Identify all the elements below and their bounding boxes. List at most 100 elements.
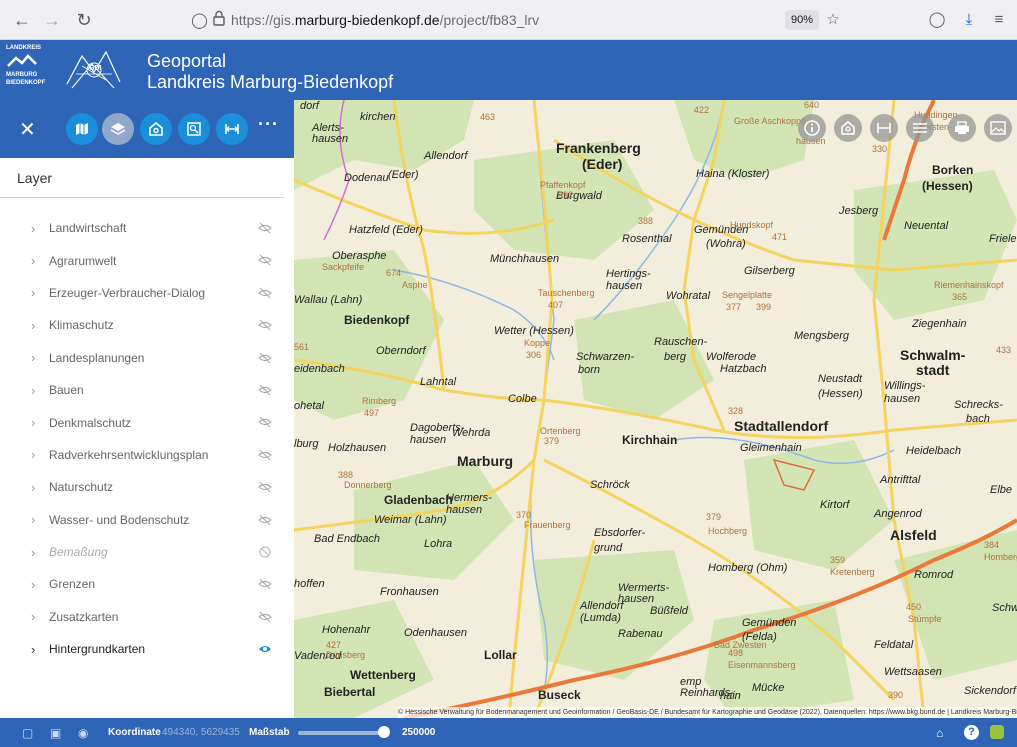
eye-off-icon[interactable] [258, 610, 272, 624]
zoom-level-badge[interactable]: 90% [785, 10, 820, 30]
print-icon[interactable] [948, 114, 976, 142]
layer-item[interactable]: › Zusatzkarten [0, 601, 294, 633]
layer-item[interactable]: › Erzeuger-Verbraucher-Dialog [0, 277, 294, 309]
zoom-extent-icon[interactable]: ▢ [22, 726, 36, 740]
layers-icon[interactable] [102, 113, 134, 145]
download-icon[interactable]: ⤓ [958, 8, 980, 30]
map-label: Haina (Kloster) [696, 168, 770, 180]
bookmark-star-icon[interactable]: ☆ [822, 8, 844, 30]
close-icon[interactable]: ✕ [19, 117, 36, 142]
map-label: Mücke [752, 682, 785, 694]
layer-item[interactable]: › Grenzen [0, 568, 294, 600]
map-label: (Hessen) [818, 388, 863, 400]
reload-icon[interactable]: ↻ [70, 6, 98, 34]
layer-item[interactable]: › Naturschutz [0, 471, 294, 503]
chevron-right-icon[interactable]: › [31, 383, 49, 398]
measure-icon[interactable] [216, 113, 248, 145]
layer-item-label: Grenzen [49, 577, 96, 592]
scale-slider-handle[interactable] [377, 726, 390, 738]
map-label: 377 [726, 302, 742, 312]
eye-icon[interactable] [258, 642, 272, 656]
eye-off-icon[interactable] [258, 480, 272, 494]
chevron-right-icon[interactable]: › [31, 642, 49, 657]
scale-label: Maßstab [249, 727, 290, 738]
image-export-icon[interactable] [984, 114, 1012, 142]
chevron-right-icon[interactable]: › [31, 577, 49, 592]
chevron-right-icon[interactable]: › [31, 545, 49, 560]
layer-item[interactable]: › Agrarumwelt [0, 244, 294, 276]
map-view[interactable]: Frankenberg (Eder) Marburg Kirchhain Stadtal… [294, 100, 1017, 718]
chevron-right-icon[interactable]: › [31, 318, 49, 333]
layer-item[interactable]: › Wasser- und Bodenschutz [0, 504, 294, 536]
map-icon[interactable] [66, 113, 98, 145]
layer-item[interactable]: › Landwirtschaft [0, 212, 294, 244]
layer-item-label: Landesplanungen [49, 350, 145, 365]
eye-off-icon[interactable] [258, 383, 272, 397]
disabled-icon[interactable] [258, 545, 272, 559]
plugin-icon[interactable] [990, 725, 1004, 739]
search-place-icon[interactable] [140, 113, 172, 145]
eye-off-icon[interactable] [258, 253, 272, 267]
eye-off-icon[interactable] [258, 415, 272, 429]
map-label: (Eder) [582, 156, 623, 172]
chevron-right-icon[interactable]: › [31, 512, 49, 527]
layer-item[interactable]: › Bauen [0, 374, 294, 406]
chevron-right-icon[interactable]: › [31, 447, 49, 462]
zoom-previous-icon[interactable]: ▣ [50, 726, 64, 740]
chevron-right-icon[interactable]: › [31, 285, 49, 300]
map-label: Sengelplatte [722, 290, 773, 300]
map-label: Oberndorf [376, 345, 426, 357]
pocket-icon[interactable]: ◯ [926, 8, 948, 30]
layer-item-label: Hintergrundkarten [49, 642, 146, 657]
chevron-right-icon[interactable]: › [31, 415, 49, 430]
map-label: 330 [872, 144, 888, 154]
eye-off-icon[interactable] [258, 577, 272, 591]
layer-item[interactable]: › Bemaßung [0, 536, 294, 568]
url-prefix: https://gis. [231, 12, 295, 28]
help-icon[interactable]: ? [964, 725, 979, 740]
map-label: 388 [638, 216, 654, 226]
legend-icon[interactable] [906, 114, 934, 142]
zoom-next-icon[interactable]: ◉ [78, 726, 92, 740]
map-label: Dünsberg [326, 650, 366, 660]
chevron-right-icon[interactable]: › [31, 480, 49, 495]
layer-item[interactable]: › Radverkehrsentwicklungsplan [0, 439, 294, 471]
chevron-right-icon[interactable]: › [31, 350, 49, 365]
map-label: Ziegenhain [912, 318, 967, 330]
sidebar-toolbar: ✕ ··· [0, 100, 294, 158]
url-path: /project/fb83_lrv [439, 12, 540, 28]
menu-icon[interactable]: ≡ [988, 8, 1010, 30]
map-label: Elbe [990, 484, 1013, 496]
home-icon[interactable]: ⌂ [936, 726, 950, 740]
eye-off-icon[interactable] [258, 351, 272, 365]
layer-item[interactable]: › Klimaschutz [0, 309, 294, 341]
map-label: Gladenbach [384, 493, 453, 507]
more-options-icon[interactable]: ··· [258, 114, 279, 135]
layer-item[interactable]: › Hintergrundkarten [0, 633, 294, 665]
info-icon[interactable] [798, 114, 826, 142]
eye-off-icon[interactable] [258, 448, 272, 462]
map-label: Angenrod [874, 508, 922, 520]
eye-off-icon[interactable] [258, 221, 272, 235]
eye-off-icon[interactable] [258, 286, 272, 300]
layer-item[interactable]: › Landesplanungen [0, 342, 294, 374]
eye-off-icon[interactable] [258, 318, 272, 332]
measure-distance-icon[interactable] [870, 114, 898, 142]
map-label: Pfaffenkopf [540, 180, 586, 190]
chevron-right-icon[interactable]: › [31, 609, 49, 624]
eye-off-icon[interactable] [258, 513, 272, 527]
address-bar[interactable]: ◯ https://gis.marburg-biedenkopf.de/proj… [175, 6, 875, 34]
forward-icon[interactable]: → [38, 6, 66, 34]
map-label: Wolferode [706, 351, 757, 363]
location-search-icon[interactable] [834, 114, 862, 142]
map-label: stadt [916, 362, 950, 378]
layer-item[interactable]: › Denkmalschutz [0, 406, 294, 438]
search-map-icon[interactable] [178, 113, 210, 145]
map-label: Mengsberg [794, 330, 850, 342]
map-label: (Wohra) [706, 238, 746, 250]
chevron-right-icon[interactable]: › [31, 253, 49, 268]
chevron-right-icon[interactable]: › [31, 221, 49, 236]
scale-slider-track[interactable] [298, 731, 388, 735]
back-icon[interactable]: ← [8, 6, 36, 34]
map-label: Hatzfeld (Eder) [349, 224, 423, 236]
